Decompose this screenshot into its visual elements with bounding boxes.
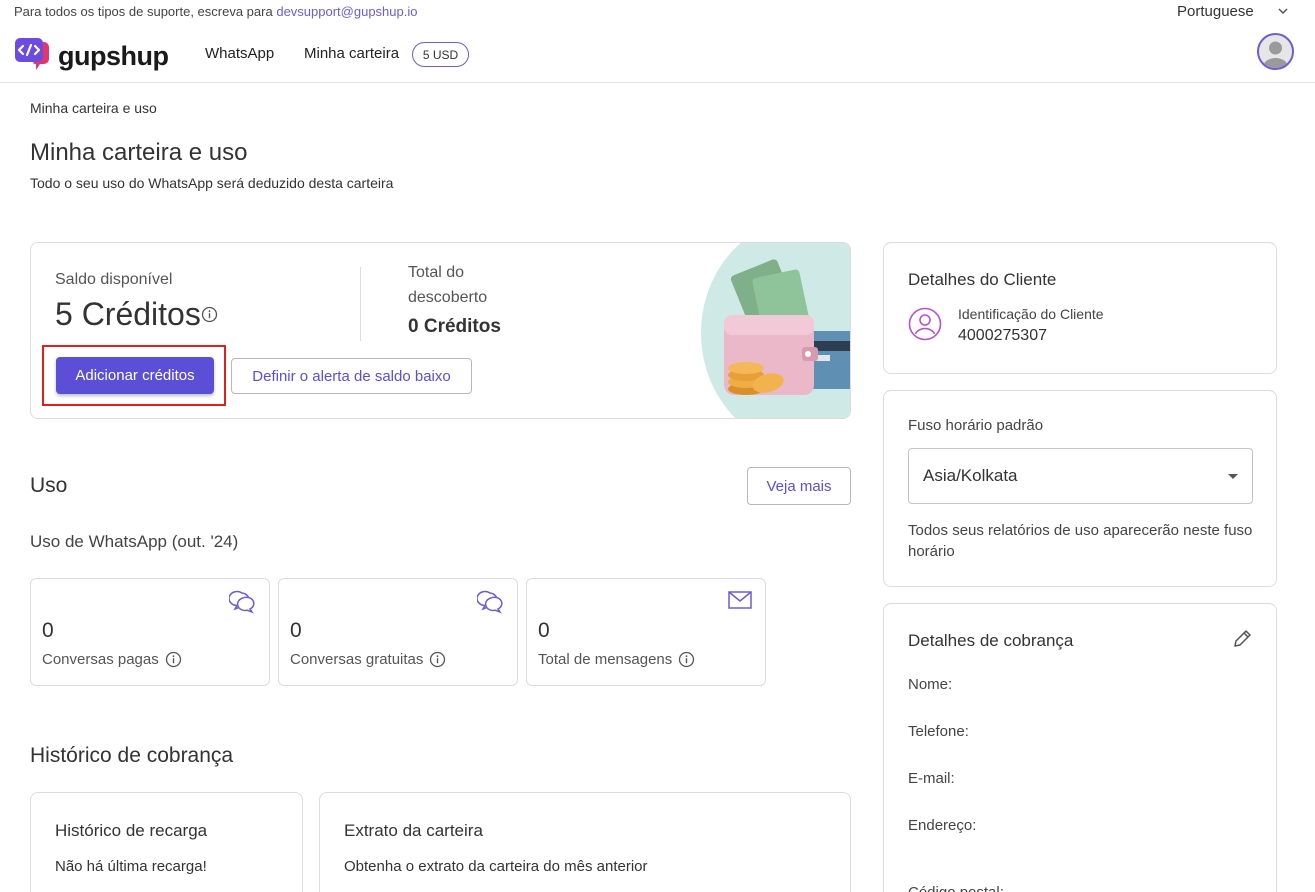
- chat-bubbles-icon: [476, 589, 505, 620]
- billing-phone-label: Telefone:: [908, 723, 969, 740]
- recharge-history-card: Histórico de recarga Não há última recar…: [30, 792, 303, 892]
- balance-card: Saldo disponível 5 Créditos Total do des…: [30, 242, 851, 419]
- billing-name-label: Nome:: [908, 676, 953, 693]
- billing-details-card: Detalhes de cobrança Nome: Telefone: E-m…: [883, 603, 1277, 892]
- wallet-statement-title: Extrato da carteira: [344, 821, 483, 840]
- usage-subtitle: Uso de WhatsApp (out. '24): [30, 532, 239, 551]
- envelope-icon: [727, 589, 753, 616]
- info-icon[interactable]: [678, 651, 695, 668]
- available-balance-amount: 5 Créditos: [55, 296, 201, 332]
- chevron-down-icon: [1277, 4, 1289, 21]
- recharge-history-title: Histórico de recarga: [55, 821, 208, 840]
- stat-card-paid-conversations: 0 Conversas pagas: [30, 578, 270, 686]
- client-details-card: Detalhes do Cliente Identificação do Cli…: [883, 242, 1277, 374]
- pencil-edit-icon[interactable]: [1231, 628, 1253, 655]
- nav-wallet[interactable]: Minha carteira: [304, 45, 399, 62]
- top-header: Para todos os tipos de suporte, escreva …: [0, 0, 1315, 83]
- stat-value: 0: [290, 619, 302, 642]
- stat-card-total-messages: 0 Total de mensagens: [526, 578, 766, 686]
- timezone-select[interactable]: Asia/Kolkata: [908, 448, 1253, 504]
- breadcrumb: Minha carteira e uso: [30, 100, 157, 116]
- info-icon[interactable]: [201, 306, 218, 323]
- stat-label: Conversas pagas: [42, 651, 182, 668]
- page-subtitle: Todo o seu uso do WhatsApp será deduzido…: [30, 175, 394, 191]
- language-label: Portuguese: [1177, 3, 1254, 20]
- billing-details-title: Detalhes de cobrança: [908, 631, 1074, 650]
- wallet-balance-badge[interactable]: 5 USD: [412, 42, 469, 67]
- stat-label-text: Conversas pagas: [42, 651, 159, 668]
- billing-history-title: Histórico de cobrança: [30, 744, 234, 767]
- support-text: Para todos os tipos de suporte, escreva …: [14, 4, 273, 19]
- stat-card-free-conversations: 0 Conversas gratuitas: [278, 578, 518, 686]
- wallet-statement-text: Obtenha o extrato da carteira do mês ant…: [344, 858, 648, 875]
- billing-email-label: E-mail:: [908, 770, 955, 787]
- stat-value: 0: [42, 619, 54, 642]
- timezone-label: Fuso horário padrão: [908, 417, 1044, 434]
- stat-label: Total de mensagens: [538, 651, 695, 668]
- timezone-value: Asia/Kolkata: [923, 466, 1018, 485]
- client-details-title: Detalhes do Cliente: [908, 270, 1057, 289]
- logo-text: gupshup: [58, 41, 169, 71]
- wallet-illustration: [686, 243, 850, 418]
- recharge-history-text: Não há última recarga!: [55, 858, 207, 875]
- overdraft-label: Total do descoberto: [408, 264, 488, 306]
- billing-address-label: Endereço:: [908, 817, 977, 834]
- low-balance-alert-button[interactable]: Definir o alerta de saldo baixo: [231, 358, 472, 394]
- nav-whatsapp[interactable]: WhatsApp: [205, 45, 274, 62]
- support-line: Para todos os tipos de suporte, escreva …: [14, 4, 417, 19]
- caret-down-icon: [1228, 474, 1238, 479]
- support-email-link[interactable]: devsupport@gupshup.io: [276, 4, 417, 19]
- timezone-note: Todos seus relatórios de uso aparecerão …: [908, 522, 1253, 560]
- language-selector[interactable]: Portuguese: [1177, 3, 1288, 20]
- timezone-card: Fuso horário padrão Asia/Kolkata Todos s…: [883, 390, 1277, 587]
- user-circle-icon: [908, 307, 942, 346]
- client-id-value: 4000275307: [958, 327, 1047, 344]
- available-balance-value: 5 Créditos: [55, 296, 218, 333]
- stat-label-text: Conversas gratuitas: [290, 651, 424, 668]
- logo-icon: [14, 36, 52, 77]
- add-credits-button[interactable]: Adicionar créditos: [56, 357, 214, 394]
- usage-title: Uso: [30, 474, 68, 497]
- info-icon[interactable]: [165, 651, 182, 668]
- chat-bubbles-icon: [228, 589, 257, 620]
- divider: [360, 267, 361, 341]
- client-id-label: Identificação do Cliente: [958, 306, 1104, 322]
- user-avatar[interactable]: [1257, 33, 1294, 70]
- billing-postal-code-label: Código postal:: [908, 884, 1004, 892]
- wallet-statement-card: Extrato da carteira Obtenha o extrato da…: [319, 792, 851, 892]
- available-balance-label: Saldo disponível: [55, 271, 173, 288]
- stat-label-text: Total de mensagens: [538, 651, 673, 668]
- stat-label: Conversas gratuitas: [290, 651, 446, 668]
- page-title: Minha carteira e uso: [30, 139, 248, 166]
- see-more-button[interactable]: Veja mais: [747, 467, 851, 505]
- gupshup-logo[interactable]: gupshup: [14, 36, 169, 77]
- info-icon[interactable]: [429, 651, 446, 668]
- overdraft-value: 0 Créditos: [408, 316, 501, 337]
- stat-value: 0: [538, 619, 550, 642]
